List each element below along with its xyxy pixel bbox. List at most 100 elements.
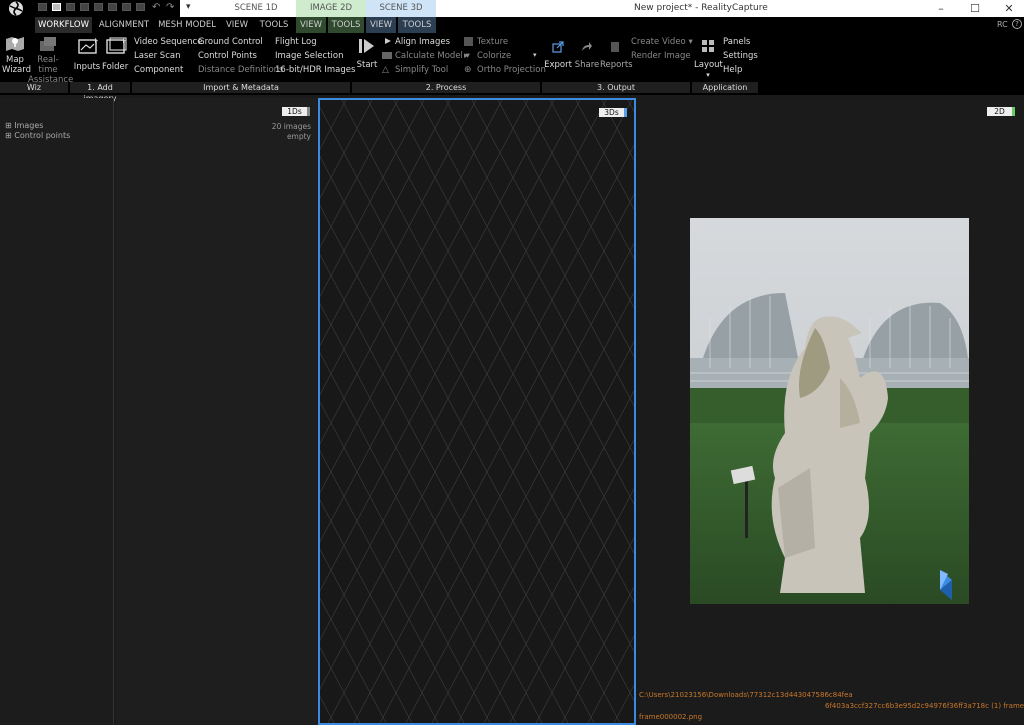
folder-button[interactable]: + Folder	[102, 35, 128, 72]
image-path-line-1: C:\Users\21023156\Downloads\77312c13d443…	[639, 691, 853, 699]
photo-viewer-image[interactable]	[690, 218, 969, 604]
folder-icon: +	[105, 35, 127, 59]
redo-icon[interactable]: ↷	[166, 2, 174, 13]
ribbon: Map Wizard Real-time Assistance Wiz + In…	[0, 33, 1024, 103]
tab-view-3d[interactable]: VIEW	[366, 17, 396, 33]
quick-menu-icon[interactable]: ▾	[186, 2, 191, 12]
pane-3ds[interactable]: 3Ds	[318, 98, 636, 725]
realtime-label-1: Real-time	[37, 55, 59, 75]
calculate-model-button[interactable]: Calculate Model ▾	[395, 51, 470, 61]
tab-view-1d[interactable]: VIEW	[222, 17, 252, 33]
pane-3ds-tag[interactable]: 3Ds	[599, 108, 627, 117]
group-wiz: Wiz	[0, 82, 68, 93]
layout-7-icon[interactable]	[122, 3, 131, 11]
tab-workflow[interactable]: WORKFLOW	[35, 17, 92, 33]
minimize-button[interactable]: –	[934, 2, 948, 15]
ribbon-tab-strip: WORKFLOW ALIGNMENT MESH MODEL VIEW TOOLS…	[0, 17, 1024, 33]
tab-tools-1d[interactable]: TOOLS	[256, 17, 292, 33]
expand-icon[interactable]: ⊞	[5, 121, 12, 130]
simplify-tool-icon: △	[382, 65, 389, 75]
control-points-button[interactable]: Control Points	[198, 51, 257, 61]
hdr-images-button[interactable]: 16-bit/HDR Images	[275, 65, 355, 75]
tab-alignment[interactable]: ALIGNMENT	[96, 17, 152, 33]
group-application: Application	[692, 82, 758, 93]
align-images-icon	[384, 37, 392, 45]
share-button[interactable]: Share	[574, 41, 600, 70]
realitycapture-window: ↶ ↷ ▾ SCENE 1D IMAGE 2D SCENE 3D New pro…	[0, 0, 1024, 725]
start-label: Start	[356, 60, 378, 70]
rc-label: RC	[997, 20, 1008, 29]
tree-images-item[interactable]: ⊞ Images	[5, 121, 43, 130]
tree-control-points-item[interactable]: ⊞ Control points	[5, 131, 70, 140]
inputs-button[interactable]: + Inputs	[72, 35, 102, 72]
tab-mesh-model[interactable]: MESH MODEL	[156, 17, 218, 33]
scene-tab-3d[interactable]: SCENE 3D	[366, 0, 436, 17]
scene-tab-1d[interactable]: SCENE 1D	[216, 0, 296, 17]
group-import-metadata: Import & Metadata	[132, 82, 350, 93]
layout-label: Layout	[694, 60, 723, 70]
svg-text:+: +	[120, 36, 127, 45]
app-logo-icon[interactable]	[5, 0, 27, 17]
export-label: Export	[544, 60, 572, 70]
tab-tools-2d[interactable]: TOOLS	[328, 17, 364, 33]
project-tree-panel: ⊞ Images ⊞ Control points	[0, 98, 114, 725]
render-image-button[interactable]: Render Image	[631, 51, 691, 61]
align-images-button[interactable]: Align Images	[395, 37, 450, 47]
calculate-model-icon	[382, 52, 392, 59]
layout-8-icon[interactable]	[136, 3, 145, 11]
svg-text:+: +	[92, 36, 99, 45]
panels-button[interactable]: Panels	[723, 37, 750, 47]
distance-definitions-button[interactable]: Distance Definitions	[198, 65, 283, 75]
expand-icon[interactable]: ⊞	[5, 131, 12, 140]
simplify-tool-button[interactable]: Simplify Tool	[395, 65, 448, 75]
layout-3-icon[interactable]	[66, 3, 75, 11]
layout-4-icon[interactable]	[80, 3, 89, 11]
layout-icon	[701, 39, 715, 57]
realtime-assistance-button[interactable]: Real-time Assistance	[28, 35, 73, 85]
reports-button[interactable]: Reports	[600, 41, 633, 70]
reports-icon	[609, 41, 621, 57]
layout-button[interactable]: Layout ▾	[694, 39, 723, 80]
flight-log-button[interactable]: Flight Log	[275, 37, 317, 47]
colorize-button[interactable]: Colorize	[477, 51, 511, 61]
tab-view-2d[interactable]: VIEW	[296, 17, 326, 33]
component-button[interactable]: Component	[134, 65, 183, 75]
layout-6-icon[interactable]	[108, 3, 117, 11]
undo-icon[interactable]: ↶	[152, 2, 160, 13]
title-bar: ↶ ↷ ▾ SCENE 1D IMAGE 2D SCENE 3D New pro…	[0, 0, 1024, 17]
layout-5-icon[interactable]	[94, 3, 103, 11]
maximize-button[interactable]: ☐	[968, 2, 982, 15]
laser-scan-button[interactable]: Laser Scan	[134, 51, 180, 61]
group-output: 3. Output	[542, 82, 690, 93]
pane-1ds[interactable]: 1Ds 20 images empty	[116, 98, 317, 725]
ground-control-button[interactable]: Ground Control	[198, 37, 263, 47]
pane-2d-tag[interactable]: 2D	[987, 107, 1015, 116]
pane-1ds-tag[interactable]: 1Ds	[282, 107, 310, 116]
ortho-projection-icon: ⊕	[464, 65, 472, 75]
layout-2-icon[interactable]	[52, 3, 61, 11]
map-wizard-label-2: Wizard	[2, 65, 31, 75]
help-button[interactable]: Help	[723, 65, 742, 75]
scene-tab-2d[interactable]: IMAGE 2D	[296, 0, 366, 17]
process-more-icon[interactable]: ▾	[533, 51, 537, 59]
create-video-label: Create Video	[631, 37, 686, 47]
map-wizard-button[interactable]: Map Wizard	[2, 35, 31, 75]
video-sequence-button[interactable]: Video Sequence	[134, 37, 202, 47]
colorize-icon: ▸	[464, 51, 469, 61]
ortho-projection-button[interactable]: Ortho Projection	[477, 65, 546, 75]
inputs-icon: +	[77, 35, 99, 59]
texture-icon	[464, 37, 473, 46]
image-selection-button[interactable]: Image Selection	[275, 51, 344, 61]
tree-item-label: Images	[14, 121, 44, 130]
pane-2d[interactable]: 2D C:\Users\21023156\Downloads\77312c13d…	[638, 98, 1024, 725]
start-button[interactable]: Start	[354, 37, 380, 70]
settings-button[interactable]: Settings	[723, 51, 758, 61]
share-label: Share	[574, 60, 600, 70]
create-video-button[interactable]: Create Video ▾	[631, 37, 693, 47]
export-button[interactable]: Export	[544, 41, 572, 70]
help-icon[interactable]: ?	[1012, 19, 1022, 29]
layout-1-icon[interactable]	[38, 3, 47, 11]
tab-tools-3d[interactable]: TOOLS	[398, 17, 436, 33]
close-button[interactable]: ✕	[1002, 2, 1016, 15]
texture-button[interactable]: Texture	[477, 37, 508, 47]
